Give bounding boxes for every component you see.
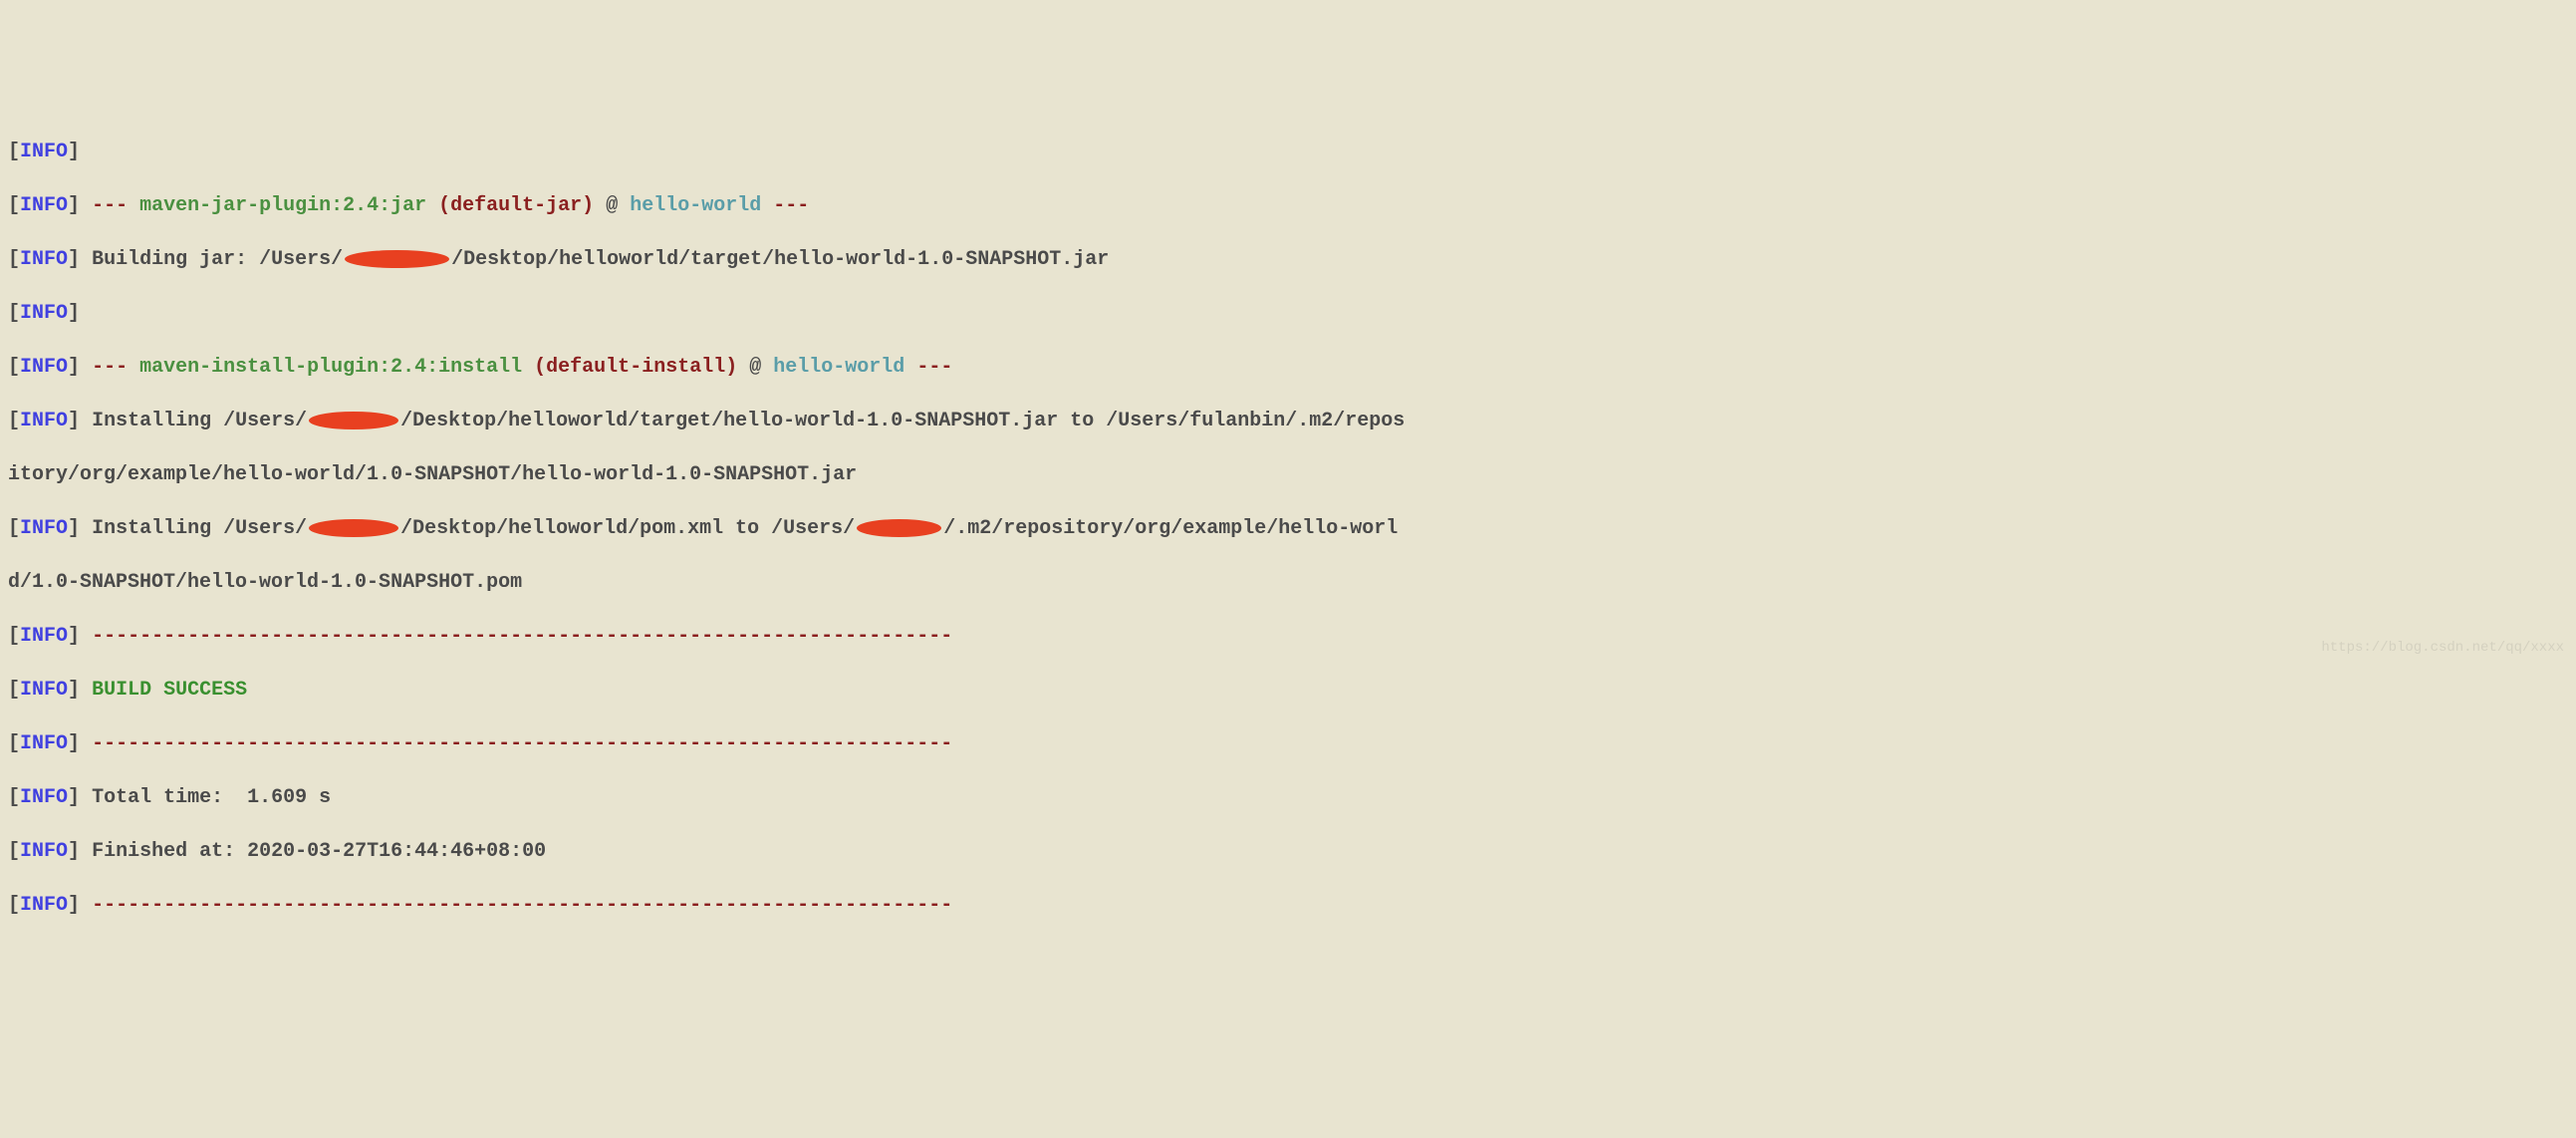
bracket-open: [ [8, 302, 20, 325]
project-name: hello-world [773, 356, 904, 379]
bracket-open: [ [8, 732, 20, 755]
info-tag: INFO [20, 840, 68, 863]
log-line-building-jar: [INFO] Building jar: /Users/ /Desktop/hel… [8, 246, 2568, 273]
terminal-output: [INFO] [INFO] --- maven-jar-plugin:2.4:j… [8, 112, 2568, 946]
info-tag: INFO [20, 248, 68, 271]
bracket-open: [ [8, 356, 20, 379]
bracket-close: ] [68, 840, 80, 863]
total-time-text: Total time: 1.609 s [92, 786, 331, 809]
separator-dashes: ----------------------------------------… [92, 894, 952, 917]
dashes: --- [916, 356, 952, 379]
info-tag: INFO [20, 517, 68, 540]
installing-mid: /Desktop/helloworld/target/hello-world-1… [400, 410, 1405, 432]
bracket-open: [ [8, 894, 20, 917]
separator-dashes: ----------------------------------------… [92, 625, 952, 648]
info-tag: INFO [20, 302, 68, 325]
info-tag: INFO [20, 356, 68, 379]
installing-wrap: itory/org/example/hello-world/1.0-SNAPSH… [8, 463, 857, 486]
building-suffix: /Desktop/helloworld/target/hello-world-1… [451, 248, 1109, 271]
info-tag: INFO [20, 141, 68, 163]
bracket-open: [ [8, 141, 20, 163]
log-line-info-empty: [INFO] [8, 300, 2568, 327]
log-line-installing-jar: [INFO] Installing /Users/ /Desktop/hellow… [8, 408, 2568, 434]
dashes: --- [773, 194, 809, 217]
info-tag: INFO [20, 625, 68, 648]
at-symbol: @ [606, 194, 618, 217]
info-tag: INFO [20, 786, 68, 809]
bracket-close: ] [68, 302, 80, 325]
log-line-total-time: [INFO] Total time: 1.609 s [8, 784, 2568, 811]
bracket-close: ] [68, 248, 80, 271]
log-line-install-plugin: [INFO] --- maven-install-plugin:2.4:inst… [8, 354, 2568, 381]
log-line-build-success: [INFO] BUILD SUCCESS [8, 677, 2568, 704]
log-line-installing-pom: [INFO] Installing /Users/ /Desktop/hellow… [8, 515, 2568, 542]
bracket-open: [ [8, 786, 20, 809]
bracket-open: [ [8, 410, 20, 432]
installing2-mid: /Desktop/helloworld/pom.xml to /Users/ [400, 517, 855, 540]
bracket-open: [ [8, 625, 20, 648]
bracket-open: [ [8, 517, 20, 540]
redacted-username [857, 519, 941, 537]
finished-at-text: Finished at: 2020-03-27T16:44:46+08:00 [92, 840, 546, 863]
bracket-close: ] [68, 894, 80, 917]
dashes: --- [92, 356, 128, 379]
dashes: --- [92, 194, 128, 217]
bracket-close: ] [68, 732, 80, 755]
project-name: hello-world [630, 194, 761, 217]
bracket-close: ] [68, 625, 80, 648]
bracket-close: ] [68, 194, 80, 217]
bracket-open: [ [8, 194, 20, 217]
redacted-username [309, 412, 398, 429]
bracket-close: ] [68, 356, 80, 379]
bracket-close: ] [68, 679, 80, 702]
execution-id: (default-install) [534, 356, 737, 379]
log-line-finished-at: [INFO] Finished at: 2020-03-27T16:44:46+… [8, 838, 2568, 865]
installing-prefix: Installing /Users/ [92, 410, 307, 432]
info-tag: INFO [20, 410, 68, 432]
plugin-name: maven-install-plugin:2.4:install [139, 356, 522, 379]
installing2-prefix: Installing /Users/ [92, 517, 307, 540]
separator-dashes: ----------------------------------------… [92, 732, 952, 755]
log-line-dashes: [INFO] ---------------------------------… [8, 892, 2568, 919]
bracket-close: ] [68, 410, 80, 432]
bracket-open: [ [8, 248, 20, 271]
plugin-name: maven-jar-plugin:2.4:jar [139, 194, 426, 217]
installing2-suffix: /.m2/repository/org/example/hello-worl [943, 517, 1398, 540]
bracket-open: [ [8, 679, 20, 702]
at-symbol: @ [749, 356, 761, 379]
log-line-installing-pom-wrap: d/1.0-SNAPSHOT/hello-world-1.0-SNAPSHOT.… [8, 569, 2568, 596]
log-line-installing-jar-wrap: itory/org/example/hello-world/1.0-SNAPSH… [8, 461, 2568, 488]
bracket-close: ] [68, 517, 80, 540]
log-line-dashes: [INFO] ---------------------------------… [8, 730, 2568, 757]
log-line-jar-plugin: [INFO] --- maven-jar-plugin:2.4:jar (def… [8, 192, 2568, 219]
execution-id: (default-jar) [438, 194, 594, 217]
building-prefix: Building jar: /Users/ [92, 248, 343, 271]
installing2-wrap: d/1.0-SNAPSHOT/hello-world-1.0-SNAPSHOT.… [8, 571, 522, 594]
watermark: https://blog.csdn.net/qq/xxxx [2321, 639, 2564, 658]
bracket-open: [ [8, 840, 20, 863]
log-line-info-empty: [INFO] [8, 139, 2568, 165]
info-tag: INFO [20, 732, 68, 755]
bracket-close: ] [68, 786, 80, 809]
redacted-username [309, 519, 398, 537]
log-line-dashes: [INFO] ---------------------------------… [8, 623, 2568, 650]
redacted-username [345, 250, 449, 268]
build-success-text: BUILD SUCCESS [92, 679, 247, 702]
info-tag: INFO [20, 194, 68, 217]
info-tag: INFO [20, 894, 68, 917]
bracket-close: ] [68, 141, 80, 163]
info-tag: INFO [20, 679, 68, 702]
